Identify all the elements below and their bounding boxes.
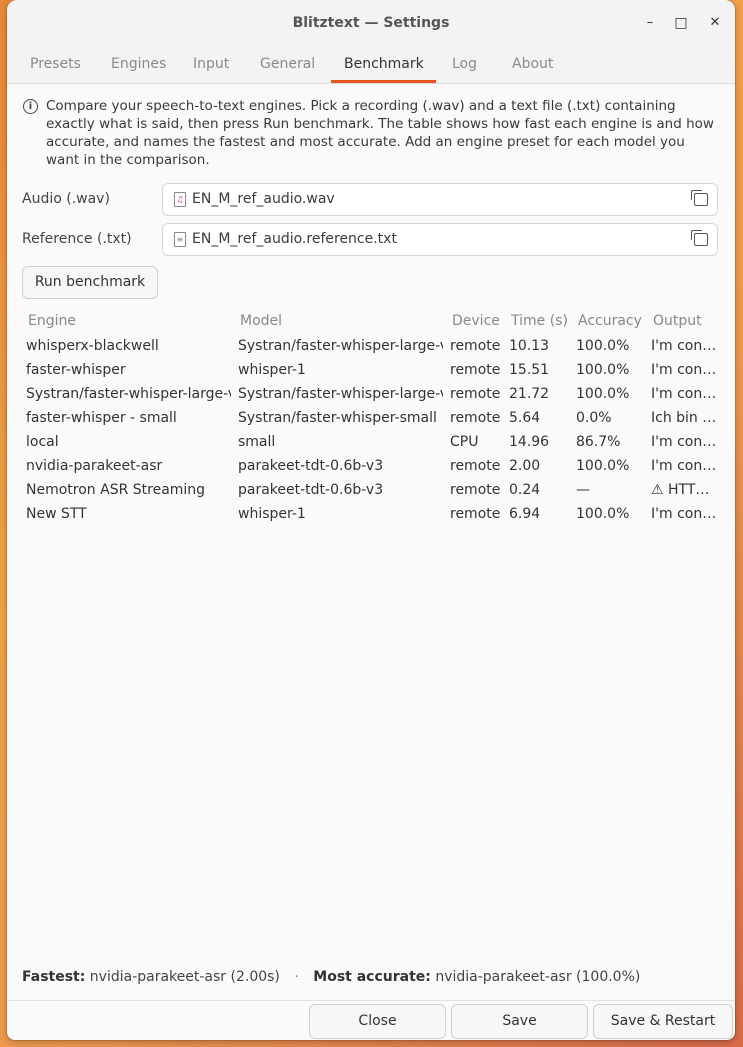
- cell-model: whisper-1: [238, 506, 306, 522]
- cell-time: 21.72: [509, 386, 550, 402]
- cell-accuracy: 86.7%: [576, 434, 621, 450]
- cell-engine: Systran/faster-whisper-large-v3: [26, 386, 231, 402]
- tab-engines[interactable]: Engines: [111, 46, 166, 83]
- text-file-icon: ≡: [174, 232, 186, 247]
- cell-engine: whisperx-blackwell: [26, 338, 159, 354]
- cell-time: 6.94: [509, 506, 541, 522]
- cell-model: whisper-1: [238, 362, 306, 378]
- audio-file-icon: ♫: [174, 192, 186, 207]
- tab-presets[interactable]: Presets: [30, 46, 81, 83]
- settings-window: Blitztext — Settings – □ ✕ Presets Engin…: [7, 0, 735, 1040]
- run-benchmark-button[interactable]: Run benchmark: [22, 266, 158, 299]
- tab-about[interactable]: About: [512, 46, 553, 83]
- cell-output: Ich bin …: [651, 410, 717, 426]
- cell-engine: New STT: [26, 506, 87, 522]
- most-accurate-label: Most accurate:: [313, 969, 431, 985]
- benchmark-summary: Fastest: nvidia-parakeet-asr (2.00s) · M…: [22, 969, 640, 985]
- cell-time: 14.96: [509, 434, 550, 450]
- footer-divider: [7, 1000, 735, 1001]
- cell-accuracy: —: [576, 482, 590, 498]
- save-restart-button[interactable]: Save & Restart: [593, 1004, 733, 1039]
- cell-output: I'm con…: [651, 434, 717, 450]
- cell-output: I'm con…: [651, 338, 717, 354]
- cell-output: I'm con…: [651, 506, 717, 522]
- tab-input[interactable]: Input: [193, 46, 229, 83]
- cell-output: I'm con…: [651, 362, 717, 378]
- most-accurate-value: nvidia-parakeet-asr (100.0%): [435, 969, 641, 985]
- cell-device: CPU: [450, 434, 479, 450]
- cell-accuracy: 100.0%: [576, 506, 630, 522]
- cell-device: remote: [450, 410, 501, 426]
- column-header-output[interactable]: Output: [653, 313, 702, 329]
- cell-model: Systran/faster-whisper-small: [238, 410, 437, 426]
- reference-label: Reference (.txt): [22, 231, 132, 247]
- column-header-engine[interactable]: Engine: [28, 313, 76, 329]
- cell-accuracy: 100.0%: [576, 362, 630, 378]
- cell-engine: nvidia-parakeet-asr: [26, 458, 163, 474]
- cell-model: Systran/faster-whisper-large-v3: [238, 386, 443, 402]
- column-header-model[interactable]: Model: [240, 313, 282, 329]
- cell-accuracy: 100.0%: [576, 338, 630, 354]
- cell-engine: local: [26, 434, 59, 450]
- cell-engine: faster-whisper: [26, 362, 126, 378]
- save-button[interactable]: Save: [451, 1004, 588, 1039]
- window-title: Blitztext — Settings: [292, 15, 450, 31]
- reference-file-value: EN_M_ref_audio.reference.txt: [192, 231, 397, 247]
- cell-accuracy: 100.0%: [576, 458, 630, 474]
- title-bar: Blitztext — Settings – □ ✕: [7, 0, 735, 46]
- tab-general[interactable]: General: [260, 46, 315, 83]
- cell-device: remote: [450, 338, 501, 354]
- cell-device: remote: [450, 458, 501, 474]
- reference-field[interactable]: ≡ EN_M_ref_audio.reference.txt: [162, 223, 718, 256]
- audio-label: Audio (.wav): [22, 191, 110, 207]
- cell-model: small: [238, 434, 276, 450]
- cell-engine: Nemotron ASR Streaming: [26, 482, 206, 498]
- cell-time: 10.13: [509, 338, 550, 354]
- cell-time: 0.24: [509, 482, 541, 498]
- audio-file-value: EN_M_ref_audio.wav: [192, 191, 335, 207]
- copy-icon[interactable]: [691, 190, 708, 206]
- cell-output: ⚠ HTT…: [651, 482, 710, 498]
- cell-engine: faster-whisper - small: [26, 410, 177, 426]
- cell-time: 2.00: [509, 458, 541, 474]
- cell-model: parakeet-tdt-0.6b-v3: [238, 482, 384, 498]
- audio-field[interactable]: ♫ EN_M_ref_audio.wav: [162, 183, 718, 216]
- summary-separator: ·: [294, 969, 299, 985]
- cell-accuracy: 100.0%: [576, 386, 630, 402]
- info-text: Compare your speech-to-text engines. Pic…: [46, 98, 714, 168]
- copy-icon[interactable]: [691, 230, 708, 246]
- info-icon: i: [23, 99, 38, 114]
- column-header-accuracy[interactable]: Accuracy: [578, 313, 642, 329]
- cell-device: remote: [450, 506, 501, 522]
- tab-benchmark[interactable]: Benchmark: [331, 46, 436, 83]
- fastest-value: nvidia-parakeet-asr (2.00s): [89, 969, 280, 985]
- maximize-button[interactable]: □: [671, 13, 691, 33]
- cell-device: remote: [450, 386, 501, 402]
- tab-bar: Presets Engines Input General Benchmark …: [7, 46, 735, 84]
- fastest-label: Fastest:: [22, 969, 86, 985]
- cell-accuracy: 0.0%: [576, 410, 612, 426]
- cell-model: parakeet-tdt-0.6b-v3: [238, 458, 384, 474]
- column-header-device[interactable]: Device: [452, 313, 500, 329]
- cell-model: Systran/faster-whisper-large-v3: [238, 338, 443, 354]
- cell-device: remote: [450, 482, 501, 498]
- cell-output: I'm con…: [651, 458, 717, 474]
- cell-device: remote: [450, 362, 501, 378]
- close-button[interactable]: Close: [309, 1004, 446, 1039]
- close-window-button[interactable]: ✕: [705, 13, 725, 33]
- tab-log[interactable]: Log: [452, 46, 477, 83]
- column-header-time[interactable]: Time (s): [511, 313, 568, 329]
- cell-output: I'm con…: [651, 386, 717, 402]
- cell-time: 5.64: [509, 410, 541, 426]
- minimize-button[interactable]: –: [640, 13, 660, 33]
- cell-time: 15.51: [509, 362, 550, 378]
